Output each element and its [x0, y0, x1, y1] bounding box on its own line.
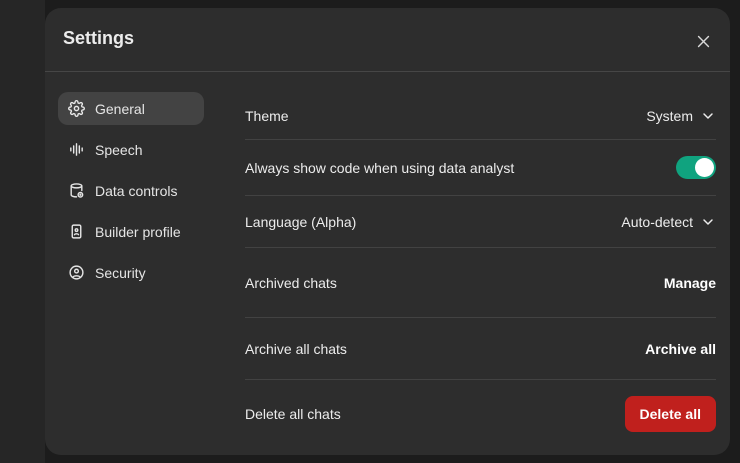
delete-all-button[interactable]: Delete all — [625, 396, 716, 432]
archived-chats-label: Archived chats — [245, 275, 337, 291]
language-value: Auto-detect — [621, 214, 693, 230]
sidebar-item-label: Data controls — [95, 183, 177, 199]
setting-row-archive-all: Archive all chats Archive all — [245, 318, 716, 380]
manage-button[interactable]: Manage — [664, 275, 716, 291]
dialog-title: Settings — [63, 28, 134, 49]
background-app-band — [0, 0, 45, 463]
close-button[interactable] — [690, 28, 716, 54]
sidebar-item-label: Security — [95, 265, 146, 281]
archive-all-label: Archive all chats — [245, 341, 347, 357]
setting-row-archived-chats: Archived chats Manage — [245, 248, 716, 318]
theme-label: Theme — [245, 108, 289, 124]
sidebar-item-builder-profile[interactable]: Builder profile — [58, 215, 204, 248]
chevron-down-icon — [700, 108, 716, 124]
language-dropdown[interactable]: Auto-detect — [621, 214, 716, 230]
waveform-icon — [68, 141, 85, 158]
sidebar-item-speech[interactable]: Speech — [58, 133, 204, 166]
show-code-toggle[interactable] — [676, 156, 716, 179]
setting-row-delete-all: Delete all chats Delete all — [245, 380, 716, 447]
gear-icon — [68, 100, 85, 117]
setting-row-theme: Theme System — [245, 92, 716, 140]
sidebar-item-label: Speech — [95, 142, 142, 158]
show-code-label: Always show code when using data analyst — [245, 160, 514, 176]
theme-dropdown[interactable]: System — [646, 108, 716, 124]
setting-row-language: Language (Alpha) Auto-detect — [245, 196, 716, 248]
toggle-knob — [695, 158, 714, 177]
database-gear-icon — [68, 182, 85, 199]
delete-all-label: Delete all chats — [245, 406, 341, 422]
chevron-down-icon — [700, 214, 716, 230]
sidebar-item-general[interactable]: General — [58, 92, 204, 125]
settings-sidebar: General Speech Data controls Builder pro… — [58, 92, 204, 289]
sidebar-item-data-controls[interactable]: Data controls — [58, 174, 204, 207]
close-icon — [695, 33, 712, 50]
sidebar-item-security[interactable]: Security — [58, 256, 204, 289]
settings-dialog: Settings General Speech Data controls — [45, 8, 730, 455]
dialog-header: Settings — [45, 8, 730, 72]
id-card-icon — [68, 223, 85, 240]
theme-value: System — [646, 108, 693, 124]
sidebar-item-label: General — [95, 101, 145, 117]
language-label: Language (Alpha) — [245, 214, 356, 230]
sidebar-item-label: Builder profile — [95, 224, 181, 240]
archive-all-button[interactable]: Archive all — [645, 341, 716, 357]
setting-row-show-code: Always show code when using data analyst — [245, 140, 716, 196]
settings-pane: Theme System Always show code when using… — [245, 92, 716, 447]
person-badge-icon — [68, 264, 85, 281]
